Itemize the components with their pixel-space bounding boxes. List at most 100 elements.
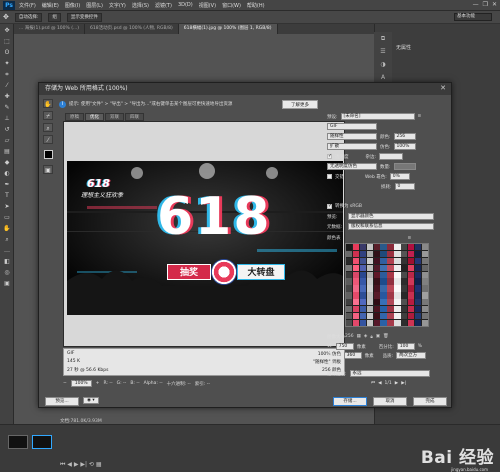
color-swatch[interactable] bbox=[373, 285, 380, 292]
matte-select[interactable] bbox=[379, 153, 404, 160]
color-swatch[interactable] bbox=[394, 257, 401, 265]
color-swatch[interactable] bbox=[401, 257, 408, 265]
color-swatch[interactable] bbox=[346, 305, 353, 313]
loop-select[interactable]: 永远 bbox=[349, 370, 430, 377]
color-swatch[interactable] bbox=[366, 285, 373, 292]
color-swatch[interactable] bbox=[401, 319, 408, 326]
color-swatch[interactable] bbox=[407, 264, 415, 271]
color-swatch[interactable] bbox=[359, 285, 367, 292]
color-swatch[interactable] bbox=[414, 244, 422, 251]
hand-icon[interactable]: ✋ bbox=[2, 224, 12, 233]
lasso-icon[interactable]: ʘ bbox=[2, 48, 12, 57]
crop-icon[interactable]: ⌗ bbox=[2, 70, 12, 79]
color-swatch[interactable] bbox=[373, 305, 380, 313]
screen-mode-icon[interactable]: ▣ bbox=[2, 279, 12, 288]
tab-2up[interactable]: 双联 bbox=[105, 113, 124, 121]
color-swatch[interactable] bbox=[387, 250, 394, 258]
color-swatch[interactable] bbox=[380, 305, 387, 313]
color-swatch[interactable] bbox=[366, 250, 373, 258]
height-field[interactable]: 360 bbox=[343, 352, 362, 359]
color-swatch[interactable] bbox=[366, 319, 373, 326]
color-swatch[interactable] bbox=[421, 264, 428, 271]
color-swatch[interactable] bbox=[373, 244, 380, 251]
color-swatch[interactable] bbox=[394, 244, 401, 251]
menu-filter[interactable]: 滤镜(T) bbox=[155, 2, 172, 9]
preview-button[interactable]: 预览... bbox=[45, 397, 79, 406]
color-swatch[interactable] bbox=[346, 271, 353, 278]
move-tool-icon[interactable]: ✥ bbox=[3, 13, 9, 21]
color-swatch[interactable] bbox=[407, 312, 415, 320]
timeline-frame-1[interactable] bbox=[8, 435, 28, 449]
transparency-dither-select[interactable]: 无透明度仿色 bbox=[327, 163, 377, 170]
color-swatch[interactable] bbox=[352, 264, 360, 271]
color-swatch[interactable] bbox=[421, 244, 428, 251]
dither-algorithm-select[interactable]: 扩散 bbox=[327, 143, 377, 150]
color-swatch[interactable] bbox=[421, 257, 428, 265]
color-swatch[interactable] bbox=[359, 257, 367, 265]
color-swatch[interactable] bbox=[401, 292, 408, 299]
color-swatch[interactable] bbox=[366, 292, 373, 299]
color-swatch[interactable] bbox=[421, 278, 428, 285]
color-swatch[interactable] bbox=[407, 292, 415, 299]
menu-image[interactable]: 图像(I) bbox=[65, 2, 80, 9]
dodge-icon[interactable]: ◐ bbox=[2, 169, 12, 178]
color-swatch[interactable] bbox=[346, 278, 353, 285]
close-icon[interactable]: ✕ bbox=[492, 1, 497, 8]
dither-field[interactable]: 100% bbox=[393, 143, 416, 150]
color-swatch[interactable] bbox=[421, 250, 428, 258]
color-swatch[interactable] bbox=[394, 264, 401, 271]
color-swatch[interactable] bbox=[359, 250, 367, 258]
color-swatch[interactable] bbox=[380, 319, 387, 326]
color-swatch[interactable] bbox=[394, 319, 401, 326]
more-tools-icon[interactable]: … bbox=[2, 246, 12, 255]
color-swatch[interactable] bbox=[387, 244, 394, 251]
color-swatch[interactable] bbox=[414, 299, 422, 306]
learn-more-button[interactable]: 了解更多 bbox=[282, 99, 318, 109]
eraser-icon[interactable]: ▱ bbox=[2, 136, 12, 145]
color-swatch[interactable] bbox=[394, 278, 401, 285]
menu-view[interactable]: 视图(V) bbox=[199, 2, 216, 9]
color-swatch[interactable] bbox=[407, 285, 415, 292]
color-swatch[interactable] bbox=[352, 257, 360, 265]
healing-brush-icon[interactable]: ✚ bbox=[2, 92, 12, 101]
color-swatch[interactable] bbox=[373, 312, 380, 320]
color-swatch[interactable] bbox=[380, 257, 387, 265]
color-swatch[interactable] bbox=[401, 312, 408, 320]
color-swatch[interactable] bbox=[421, 299, 428, 306]
amount-field[interactable] bbox=[393, 163, 416, 170]
color-swatch[interactable] bbox=[414, 278, 422, 285]
color-swatch[interactable] bbox=[401, 264, 408, 271]
prev-frame-icon[interactable]: ◀ bbox=[378, 381, 381, 386]
quick-mask-icon[interactable]: ◎ bbox=[2, 268, 12, 277]
type-icon[interactable]: T bbox=[2, 191, 12, 200]
color-swatch[interactable] bbox=[346, 319, 353, 326]
color-swatch[interactable] bbox=[407, 271, 415, 278]
color-swatch[interactable] bbox=[387, 305, 394, 313]
color-swatch[interactable] bbox=[401, 305, 408, 313]
color-table-menu-icon[interactable]: ≡ bbox=[408, 236, 412, 241]
play-icon[interactable]: ▶ bbox=[395, 381, 398, 386]
color-swatch[interactable] bbox=[387, 264, 394, 271]
color-swatch[interactable] bbox=[359, 312, 367, 320]
color-swatch[interactable] bbox=[366, 305, 373, 313]
color-swatch[interactable] bbox=[401, 250, 408, 258]
color-swatch[interactable] bbox=[394, 312, 401, 320]
menu-select[interactable]: 选择(S) bbox=[132, 2, 149, 9]
web-snap-field[interactable]: 0% bbox=[389, 173, 410, 180]
color-swatch[interactable] bbox=[380, 244, 387, 251]
color-swatch[interactable] bbox=[359, 319, 367, 326]
color-swatch[interactable] bbox=[387, 312, 394, 320]
color-swatch[interactable] bbox=[352, 305, 360, 313]
auto-select-dropdown[interactable]: 组 bbox=[48, 12, 61, 22]
restore-icon[interactable]: ❐ bbox=[483, 1, 488, 8]
color-swatch[interactable] bbox=[407, 244, 415, 251]
color-swatch[interactable] bbox=[421, 319, 428, 326]
color-swatch[interactable] bbox=[346, 244, 353, 251]
stamp-icon[interactable]: ⊥ bbox=[2, 114, 12, 123]
menu-layer[interactable]: 图层(L) bbox=[86, 2, 103, 9]
color-swatch[interactable] bbox=[380, 312, 387, 320]
menu-help[interactable]: 帮助(H) bbox=[247, 2, 265, 9]
color-swatch[interactable] bbox=[359, 264, 367, 271]
color-swatch[interactable] bbox=[387, 278, 394, 285]
color-swatch[interactable] bbox=[366, 257, 373, 265]
